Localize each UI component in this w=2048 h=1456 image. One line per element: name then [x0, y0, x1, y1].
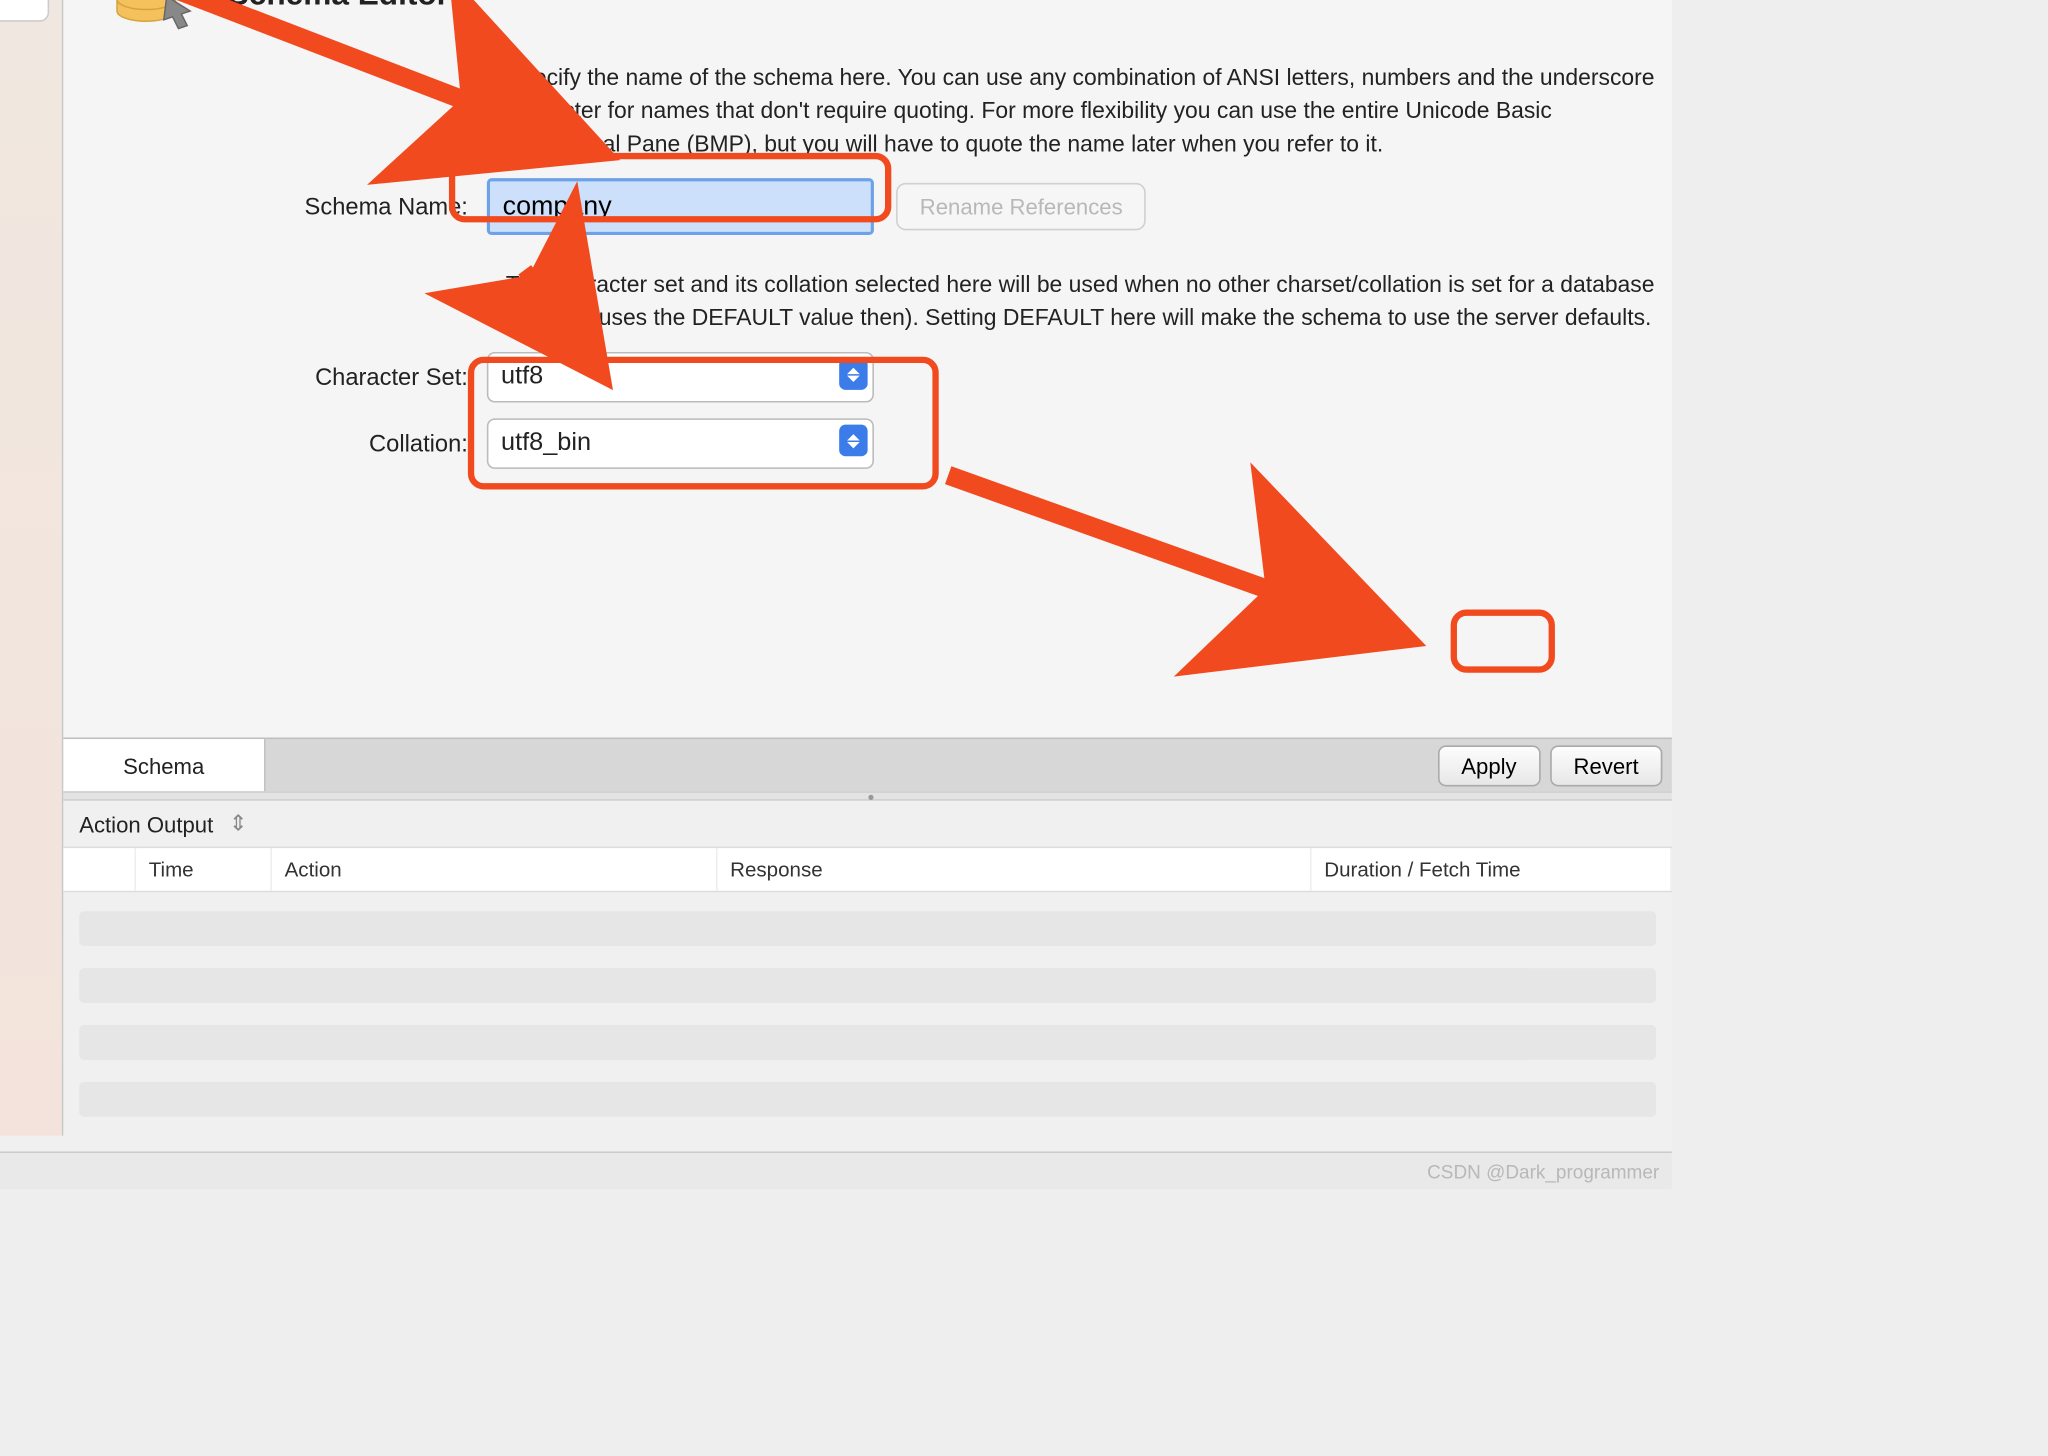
dropdown-caret-icon: [839, 358, 867, 390]
charset-value: utf8: [501, 363, 543, 390]
output-row-placeholder: [79, 1025, 1656, 1060]
output-table-header: Time Action Response Duration / Fetch Ti…: [63, 847, 1671, 893]
schema-subtab-label: Schema: [123, 753, 204, 778]
editor-title: Schema Editor: [228, 0, 449, 13]
sidebar-splitter[interactable]: [0, 1129, 62, 1135]
output-panel: Action Output ⇕ Time Action Response Dur…: [63, 801, 1671, 1136]
schema-subtab[interactable]: Schema: [63, 738, 265, 792]
schema-tree: ▸ sys: [0, 34, 62, 91]
col-response: Response: [718, 848, 1312, 891]
charset-label: Character Set:: [95, 364, 487, 391]
col-action: Action: [272, 848, 718, 891]
output-title: Action Output: [79, 811, 213, 836]
collation-value: utf8_bin: [501, 430, 591, 457]
output-row-placeholder: [79, 911, 1656, 946]
charset-select[interactable]: utf8: [487, 352, 874, 403]
schema-name-label: Schema Name:: [95, 193, 487, 220]
revert-button[interactable]: Revert: [1550, 745, 1663, 786]
tree-item-sys[interactable]: ▸ sys: [0, 44, 46, 82]
collation-label: Collation:: [95, 430, 487, 457]
sidebar: Administration Schemas SCHEMAS ↻ 🔍 ▸ sys: [0, 0, 63, 1136]
apply-button[interactable]: Apply: [1438, 745, 1541, 786]
collation-select[interactable]: utf8_bin: [487, 418, 874, 469]
filter-objects-input[interactable]: [0, 0, 49, 22]
schema-name-description: Specify the name of the schema here. You…: [506, 63, 1672, 163]
dropdown-caret-icon: [839, 425, 867, 457]
status-bar: Added new scratch query editor: [0, 1151, 1672, 1189]
editor-bottom-bar: Schema Apply Revert: [63, 738, 1671, 792]
col-time: Time: [136, 848, 272, 891]
col-duration: Duration / Fetch Time: [1312, 848, 1672, 891]
schema-editor-panel: Schema Editor Specify the name of the sc…: [63, 0, 1671, 737]
output-dropdown-icon[interactable]: ⇕: [229, 810, 248, 837]
horizontal-splitter[interactable]: [63, 791, 1671, 800]
watermark-text: CSDN @Dark_programmer: [1427, 1161, 1659, 1183]
schema-editor-icon: [111, 0, 199, 34]
output-row-placeholder: [79, 968, 1656, 1003]
charset-description: The character set and its collation sele…: [506, 270, 1672, 336]
schema-name-input[interactable]: [487, 178, 874, 235]
rename-references-button[interactable]: Rename References: [896, 183, 1146, 230]
output-row-placeholder: [79, 1082, 1656, 1117]
